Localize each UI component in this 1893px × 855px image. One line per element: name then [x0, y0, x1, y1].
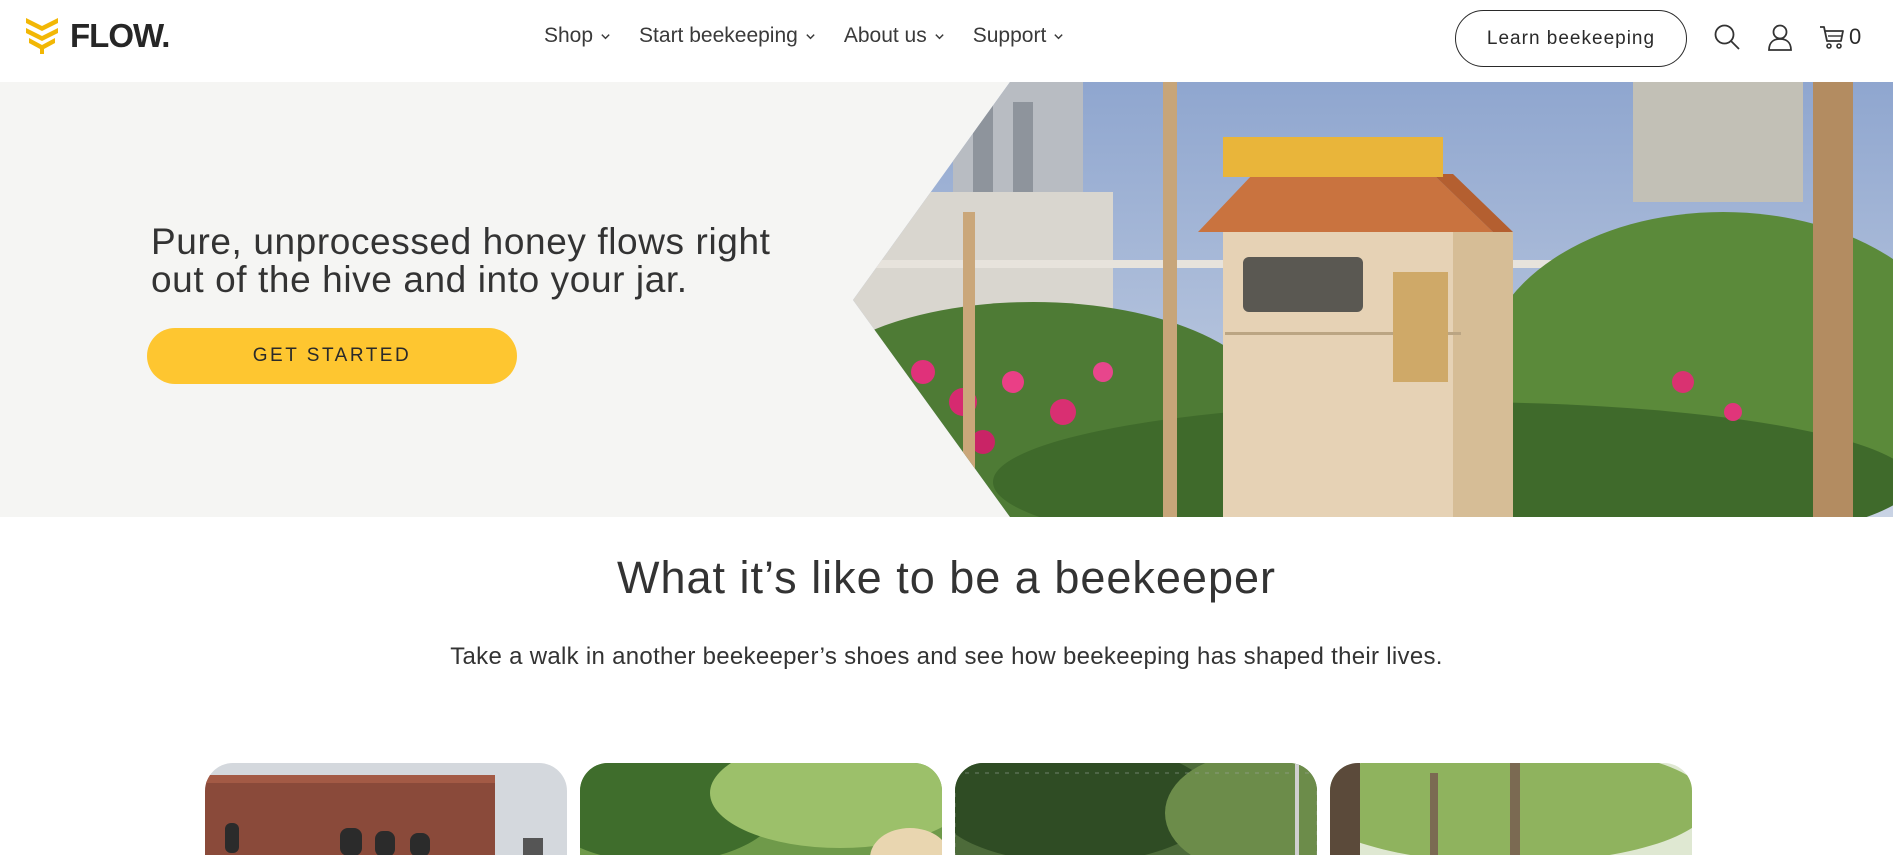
- fenced-garden-image: [955, 763, 1317, 855]
- brick-building-image: [205, 763, 567, 855]
- cart-icon: [1820, 26, 1844, 49]
- flow-hive-rooftop-garden-image: [853, 82, 1893, 517]
- nav-item-label: Support: [972, 24, 1047, 47]
- nav-item-about-us[interactable]: About us: [844, 24, 945, 48]
- nav-item-label: Start beekeeping: [639, 24, 798, 47]
- logo-text: FLOW.: [70, 16, 170, 54]
- story-card[interactable]: [580, 763, 942, 855]
- story-cards: [205, 763, 1693, 855]
- logo[interactable]: FLOW.: [24, 14, 170, 56]
- cart-button[interactable]: 0: [1819, 22, 1861, 52]
- site-header: FLOW. Shop Start beekeeping About us Sup…: [0, 0, 1893, 82]
- learn-beekeeping-button[interactable]: Learn beekeeping: [1455, 10, 1687, 67]
- get-started-button[interactable]: GET STARTED: [147, 328, 517, 384]
- chevron-down-icon: [935, 33, 944, 39]
- cart-count: 0: [1849, 24, 1862, 49]
- account-button[interactable]: [1765, 22, 1795, 52]
- garden-beekeeper-image: [580, 763, 942, 855]
- flow-logo-icon: [26, 18, 58, 54]
- chevron-down-icon: [1054, 33, 1063, 39]
- chevron-down-icon: [601, 33, 610, 39]
- nav-item-label: Shop: [544, 24, 594, 47]
- hero-headline: Pure, unprocessed honey flows right out …: [151, 221, 771, 300]
- hero-section: Pure, unprocessed honey flows right out …: [0, 82, 1893, 517]
- search-icon: [1714, 24, 1740, 50]
- section-title: What it’s like to be a beekeeper: [616, 552, 1277, 603]
- main-nav: Shop Start beekeeping About us Support: [544, 24, 1092, 48]
- story-card[interactable]: [1330, 763, 1692, 855]
- story-card[interactable]: [955, 763, 1317, 855]
- section-subtitle: Take a walk in another beekeeper’s shoes…: [450, 643, 1443, 670]
- search-button[interactable]: [1712, 22, 1742, 52]
- nav-item-label: About us: [843, 24, 927, 47]
- chevron-down-icon: [806, 33, 815, 39]
- story-card[interactable]: [205, 763, 567, 855]
- trees-backyard-image: [1330, 763, 1692, 855]
- nav-item-start-beekeeping[interactable]: Start beekeeping: [639, 24, 816, 48]
- user-icon: [1768, 24, 1792, 51]
- nav-item-shop[interactable]: Shop: [544, 24, 611, 48]
- nav-item-support[interactable]: Support: [973, 24, 1065, 48]
